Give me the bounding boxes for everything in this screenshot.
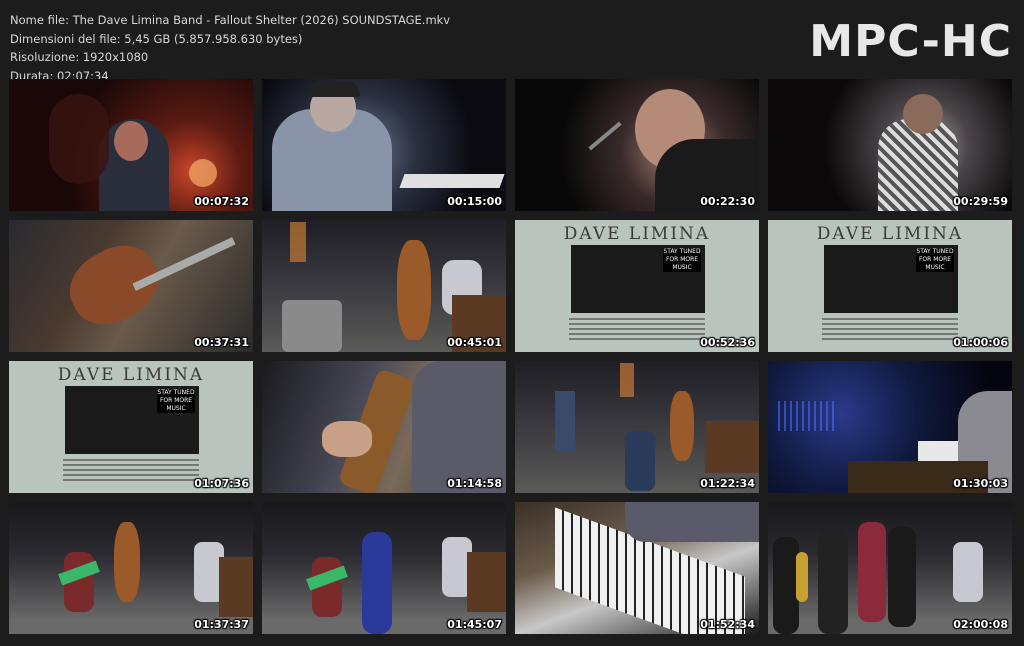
thumbnail: 00:29:59 xyxy=(768,79,1012,211)
thumbnail: 01:30:03 xyxy=(768,361,1012,493)
file-name: Nome file: The Dave Limina Band - Fallou… xyxy=(10,13,451,27)
thumbnail: DAVE LIMINA STAY TUNED FOR MORE MUSIC 00… xyxy=(515,220,759,352)
poster-footer xyxy=(822,318,958,340)
timestamp: 00:15:00 xyxy=(447,195,502,208)
video-frame xyxy=(9,502,253,634)
timestamp: 00:52:36 xyxy=(700,336,755,349)
app-logo: MPC-HC xyxy=(809,16,1012,67)
video-frame xyxy=(515,79,759,211)
thumbnail: 01:52:34 xyxy=(515,502,759,634)
timestamp: 01:30:03 xyxy=(953,477,1008,490)
timestamp: 01:00:06 xyxy=(953,336,1008,349)
timestamp: 00:07:32 xyxy=(194,195,249,208)
video-frame xyxy=(262,361,506,493)
thumbnail: DAVE LIMINA STAY TUNED FOR MORE MUSIC 01… xyxy=(9,361,253,493)
video-frame xyxy=(262,220,506,352)
timestamp: 00:29:59 xyxy=(953,195,1008,208)
video-frame xyxy=(262,79,506,211)
timestamp: 02:00:08 xyxy=(953,618,1008,631)
video-frame xyxy=(768,502,1012,634)
video-frame xyxy=(515,361,759,493)
poster-title: DAVE LIMINA xyxy=(563,224,711,244)
timestamp: 00:22:30 xyxy=(700,195,755,208)
timestamp: 01:07:36 xyxy=(194,477,249,490)
video-frame xyxy=(515,502,759,634)
timestamp: 01:52:34 xyxy=(700,618,755,631)
timestamp: 01:22:34 xyxy=(700,477,755,490)
video-frame xyxy=(262,502,506,634)
thumbnail: 00:15:00 xyxy=(262,79,506,211)
video-frame xyxy=(9,220,253,352)
video-frame xyxy=(768,79,1012,211)
file-size: Dimensioni del file: 5,45 GB (5.857.958.… xyxy=(10,31,303,46)
poster-footer xyxy=(63,459,199,481)
thumbnail: 00:22:30 xyxy=(515,79,759,211)
poster-tag: STAY TUNED FOR MORE MUSIC xyxy=(663,248,701,272)
file-resolution: Risoluzione: 1920x1080 xyxy=(10,50,149,64)
timestamp: 01:14:58 xyxy=(447,477,502,490)
thumbnail: 01:14:58 xyxy=(262,361,506,493)
poster-tag: STAY TUNED FOR MORE MUSIC xyxy=(157,389,195,413)
video-frame: DAVE LIMINA STAY TUNED FOR MORE MUSIC xyxy=(9,361,253,493)
thumbnail: 00:45:01 xyxy=(262,220,506,352)
poster-title: DAVE LIMINA xyxy=(816,224,964,244)
poster-title: DAVE LIMINA xyxy=(57,365,205,385)
thumbnail: DAVE LIMINA STAY TUNED FOR MORE MUSIC 01… xyxy=(768,220,1012,352)
poster-tag: STAY TUNED FOR MORE MUSIC xyxy=(916,248,954,272)
video-frame: DAVE LIMINA STAY TUNED FOR MORE MUSIC xyxy=(515,220,759,352)
timestamp: 00:37:31 xyxy=(194,336,249,349)
thumbnail-grid: 00:07:32 00:15:00 00:22:30 00:29:59 00:3… xyxy=(9,79,1012,634)
thumbnail: 00:37:31 xyxy=(9,220,253,352)
thumbnail: 01:45:07 xyxy=(262,502,506,634)
video-frame xyxy=(768,361,1012,493)
poster-footer xyxy=(569,318,705,340)
file-info-panel: Nome file: The Dave Limina Band - Fallou… xyxy=(10,11,450,85)
video-frame: DAVE LIMINA STAY TUNED FOR MORE MUSIC xyxy=(768,220,1012,352)
thumbnail: 00:07:32 xyxy=(9,79,253,211)
thumbnail: 01:37:37 xyxy=(9,502,253,634)
timestamp: 00:45:01 xyxy=(447,336,502,349)
thumbnail: 02:00:08 xyxy=(768,502,1012,634)
timestamp: 01:37:37 xyxy=(194,618,249,631)
thumbnail: 01:22:34 xyxy=(515,361,759,493)
timestamp: 01:45:07 xyxy=(447,618,502,631)
video-frame xyxy=(9,79,253,211)
